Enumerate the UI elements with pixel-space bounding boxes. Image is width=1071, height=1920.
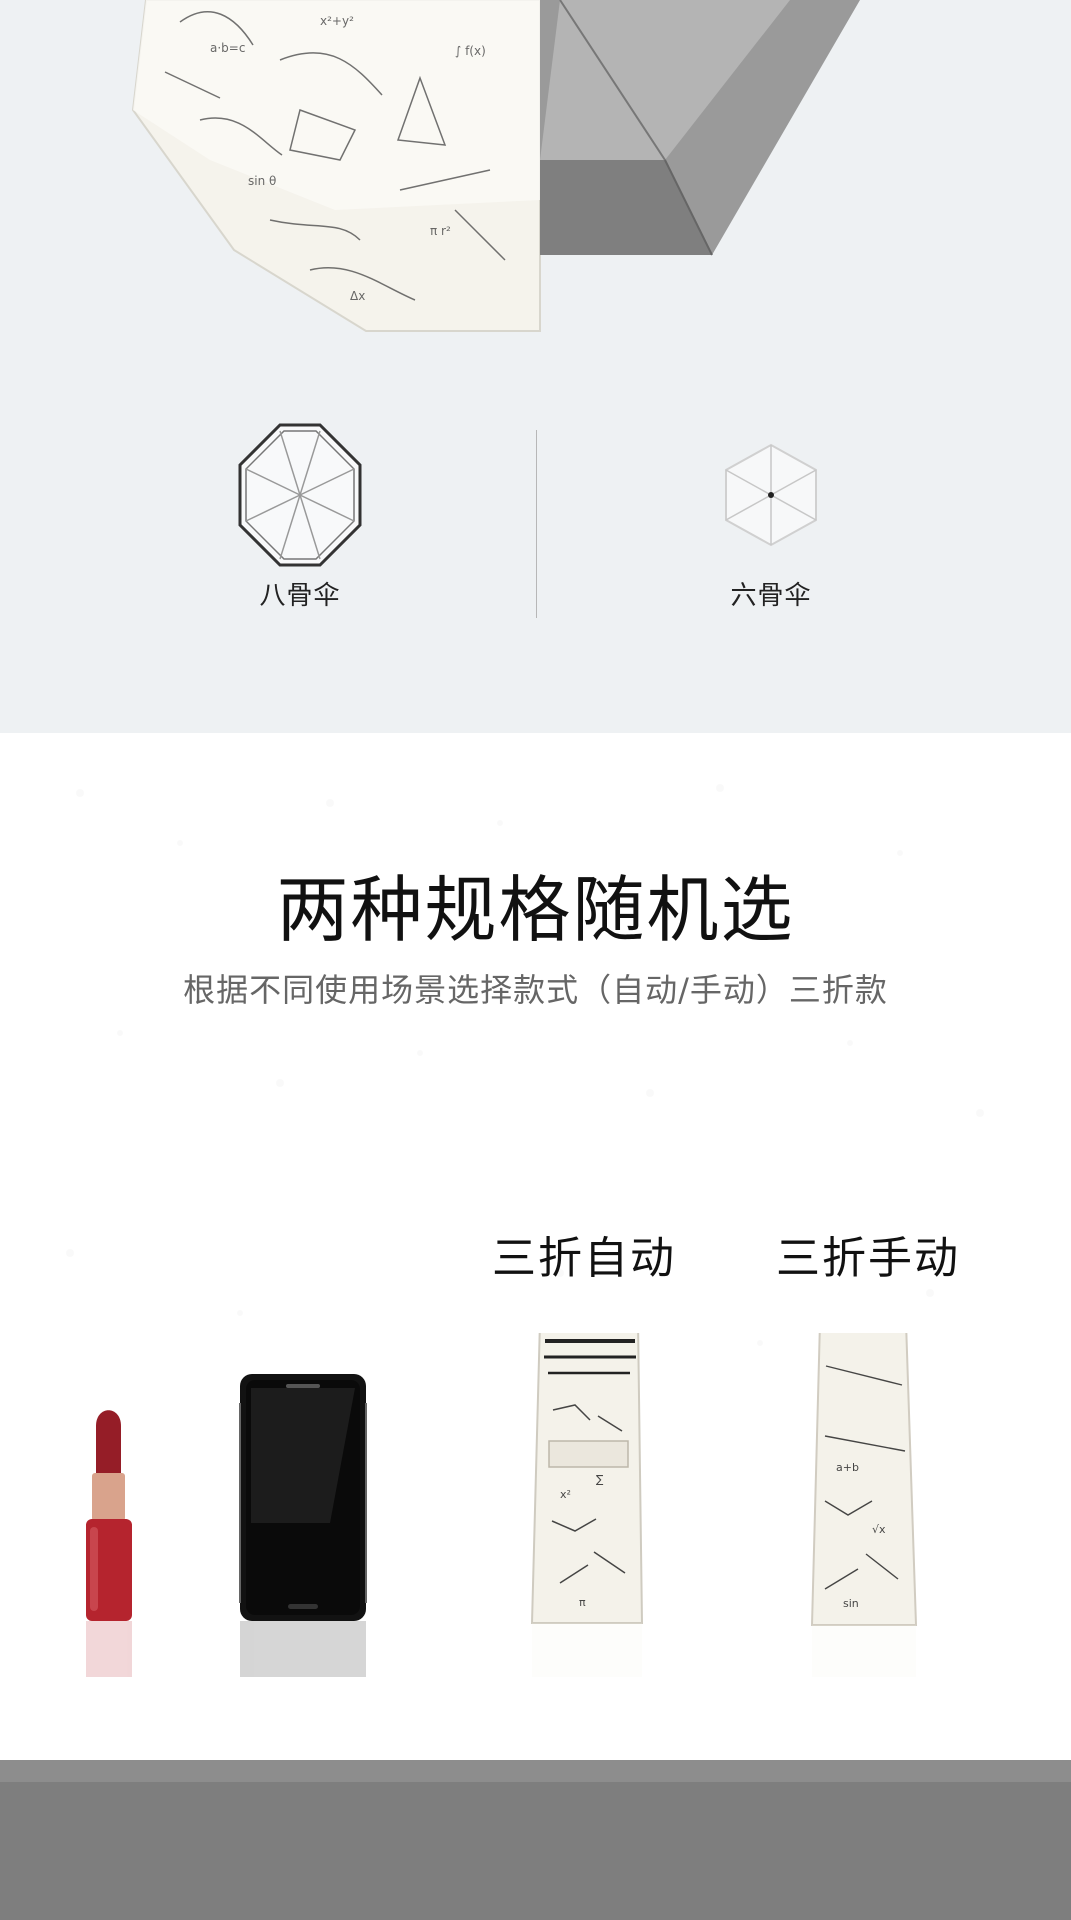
eight-rib-label: 八骨伞 [259,581,341,611]
svg-text:sin: sin [843,1597,859,1610]
svg-text:a·b=c: a·b=c [210,41,245,55]
svg-text:sin θ: sin θ [248,174,276,188]
bottom-section: 两种规格随机选 根据不同使用场景选择款式（自动/手动）三折款 三折自动 三折手动 [0,733,1071,1920]
manual-model-label: 三折手动 [776,1233,960,1284]
svg-text:∑: ∑ [596,1473,604,1486]
svg-text:√x: √x [872,1523,886,1536]
svg-text:x²+y²: x²+y² [320,14,354,28]
product-stage: x² ∑ π a+b √x sin [86,1333,918,1677]
auto-umbrella-image: x² ∑ π [530,1333,644,1624]
six-rib-label: 六骨伞 [730,581,812,611]
eight-rib-spec: 八骨伞 [170,420,430,640]
hero-umbrella-image: a·b=c x²+y² ∫ f(x) sin θ π r² Δx [131,0,860,332]
section-subheadline: 根据不同使用场景选择款式（自动/手动）三折款 [183,971,888,1009]
product-detail-page: a·b=c x²+y² ∫ f(x) sin θ π r² Δx 八骨伞 六骨伞… [0,0,1071,1920]
smartphone-image [239,1374,367,1621]
lipstick-image [86,1410,132,1621]
six-rib-umbrella-icon [725,443,817,547]
auto-model-label: 三折自动 [492,1233,676,1284]
svg-text:∫ f(x): ∫ f(x) [455,44,486,58]
spec-divider [536,430,537,618]
manual-umbrella-image: a+b √x sin [810,1333,918,1626]
six-rib-spec: 六骨伞 [641,420,901,640]
svg-text:a+b: a+b [836,1461,859,1474]
svg-text:x²: x² [560,1488,571,1501]
section-headline: 两种规格随机选 [276,868,795,952]
svg-text:Δx: Δx [350,289,365,303]
svg-text:π r²: π r² [430,224,451,238]
svg-text:π: π [579,1596,586,1609]
eight-rib-umbrella-icon [238,423,362,567]
top-section: a·b=c x²+y² ∫ f(x) sin θ π r² Δx 八骨伞 六骨伞 [0,0,1071,733]
background-pattern [66,784,984,1346]
